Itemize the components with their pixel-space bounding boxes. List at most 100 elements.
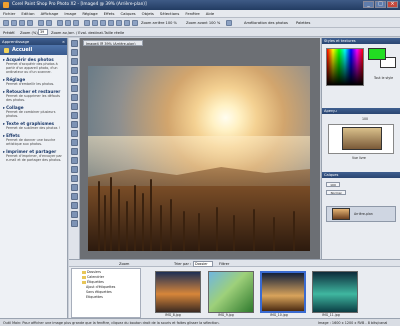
section-retouch[interactable]: Retoucher et restaurer Permet de supprim…	[0, 87, 67, 103]
print-icon[interactable]	[27, 20, 33, 26]
zoom-out-button[interactable]: Zoom arrière 100 %	[141, 21, 177, 25]
tree-item[interactable]: Calendrier	[82, 275, 104, 279]
crop-icon[interactable]	[108, 20, 114, 26]
enhance-photo-button[interactable]: Amélioration des photos	[244, 21, 288, 25]
opacity-field[interactable]: 100	[326, 182, 340, 187]
learning-close-icon[interactable]: ×	[62, 39, 65, 44]
tree-item[interactable]: Sans étiquettes	[86, 290, 112, 294]
menu-calques[interactable]: Calques	[120, 11, 135, 16]
thumbnail-palm[interactable]	[208, 271, 254, 313]
menu-reglage[interactable]: Réglage	[82, 11, 97, 16]
flood-fill-icon[interactable]	[70, 184, 78, 191]
red-eye-tool-icon[interactable]	[70, 94, 78, 101]
grass-stalk	[233, 215, 235, 251]
enhance-icon[interactable]	[226, 20, 232, 26]
section-acquire[interactable]: Acquérir des photos Permet d'acquérir de…	[0, 55, 67, 75]
maximize-button[interactable]: □	[375, 1, 386, 8]
menu-affichage[interactable]: Affichage	[41, 11, 59, 16]
pick-tool-icon[interactable]	[70, 49, 78, 56]
warp-brush-icon[interactable]	[70, 220, 78, 227]
crop-tool-icon[interactable]	[70, 76, 78, 83]
dropper-tool-icon[interactable]	[70, 67, 78, 74]
paint-brush-icon[interactable]	[70, 139, 78, 146]
close-button[interactable]: ×	[387, 1, 398, 8]
section-collage[interactable]: Collage Permet de combiner plusieurs pho…	[0, 103, 67, 119]
save-icon[interactable]	[19, 20, 25, 26]
menu-selections[interactable]: Sélections	[160, 11, 179, 16]
thumbnail-aurora[interactable]	[312, 271, 358, 313]
overview-thumbnail[interactable]	[342, 127, 382, 150]
tree-item[interactable]: Etiquettes	[86, 295, 103, 299]
open-icon[interactable]	[11, 20, 17, 26]
resize-icon[interactable]	[124, 20, 130, 26]
copy-icon[interactable]	[65, 20, 71, 26]
actual-size-button[interactable]: Taille réelle	[104, 31, 124, 35]
pen-tool-icon[interactable]	[70, 211, 78, 218]
section-adjust[interactable]: Réglage Permet d'embellir les photos.	[0, 75, 67, 87]
menu-objets[interactable]: Objets	[142, 11, 154, 16]
status-image-info: Image : 1600 x 1200 x RVB - 8 bits/canal	[318, 320, 388, 325]
zoom-input[interactable]: 39	[38, 29, 48, 35]
foreground-swatch[interactable]	[368, 48, 386, 60]
minimize-button[interactable]: _	[363, 1, 374, 8]
undo-icon[interactable]	[38, 20, 44, 26]
palettes-button[interactable]: Palettes	[296, 21, 310, 25]
eraser-icon[interactable]	[70, 166, 78, 173]
tree-item[interactable]: Étiquettes	[82, 280, 104, 284]
cut-icon[interactable]	[57, 20, 63, 26]
full-editor-icon[interactable]	[100, 20, 106, 26]
filter-button[interactable]: Filtrer	[219, 262, 229, 266]
photo-canvas[interactable]	[88, 66, 310, 251]
rotate-icon[interactable]	[116, 20, 122, 26]
redo-icon[interactable]	[46, 20, 52, 26]
lighten-darken-icon[interactable]	[70, 157, 78, 164]
pan-tool-icon[interactable]	[70, 40, 78, 47]
home-button[interactable]: Accueil	[0, 45, 67, 55]
menu-aide[interactable]: Aide	[206, 11, 214, 16]
grass-stalk	[110, 177, 112, 251]
preset-shape-icon[interactable]	[70, 202, 78, 209]
tree-item[interactable]: Ajout d'étiquettes	[86, 285, 115, 289]
overview-zoom[interactable]: 100	[362, 117, 368, 121]
scratch-tool-icon[interactable]	[70, 121, 78, 128]
sort-label: Trier par :	[174, 261, 192, 266]
thumbnail-selected[interactable]	[260, 271, 306, 313]
all-style-toggle[interactable]: Tout le style	[374, 76, 393, 80]
paste-icon[interactable]	[73, 20, 79, 26]
menu-image[interactable]: Image	[64, 11, 76, 16]
zoom-in-button[interactable]: Zoom avant 100 %	[186, 21, 220, 25]
object-remover-icon[interactable]	[70, 130, 78, 137]
color-picker[interactable]	[326, 48, 364, 86]
organizer-zoom[interactable]: Zoom	[119, 262, 129, 266]
presets-label[interactable]: Prédéf.	[3, 31, 15, 35]
menu-fenetre[interactable]: Fenêtre	[185, 11, 199, 16]
grid-icon[interactable]	[132, 20, 138, 26]
section-effects[interactable]: Effets Permet de donner une touche artis…	[0, 131, 67, 147]
straighten-tool-icon[interactable]	[70, 85, 78, 92]
fit-icon[interactable]	[92, 20, 98, 26]
blend-mode-select[interactable]: Normal	[326, 190, 346, 195]
menu-effets[interactable]: Effets	[104, 11, 115, 16]
airbrush-icon[interactable]	[70, 148, 78, 155]
menu-edition[interactable]: Edition	[21, 11, 34, 16]
section-print[interactable]: Imprimer et partager Permet d'imprimer, …	[0, 147, 67, 163]
thumbnail-sunset[interactable]	[155, 271, 201, 313]
folder-tree[interactable]: Dossiers Calendrier Étiquettes Ajout d'é…	[71, 268, 141, 318]
zoom-options[interactable]: Zoom av./arr. / Eval. destinat.	[51, 31, 104, 35]
section-text[interactable]: Texte et graphismes Permet de sublimer d…	[0, 119, 67, 131]
thumbnail-caption: IMG_11.jpg	[322, 313, 340, 317]
sort-select[interactable]: Dossier	[193, 260, 213, 267]
document-tab[interactable]: Image4 @ 39% (Arrière-plan)	[83, 40, 143, 46]
layers-header: Calques	[322, 172, 400, 178]
picture-tube-icon[interactable]	[70, 175, 78, 182]
browse-icon[interactable]	[84, 20, 90, 26]
layer-name: Arrière-plan	[354, 212, 373, 216]
selection-tool-icon[interactable]	[70, 58, 78, 65]
tree-item[interactable]: Dossiers	[82, 270, 101, 274]
new-icon[interactable]	[3, 20, 9, 26]
makeover-tool-icon[interactable]	[70, 103, 78, 110]
clone-tool-icon[interactable]	[70, 112, 78, 119]
text-tool-icon[interactable]	[70, 193, 78, 200]
status-bar: Outil Main: Pour afficher une image plus…	[0, 318, 400, 326]
menu-fichier[interactable]: Fichier	[3, 11, 15, 16]
